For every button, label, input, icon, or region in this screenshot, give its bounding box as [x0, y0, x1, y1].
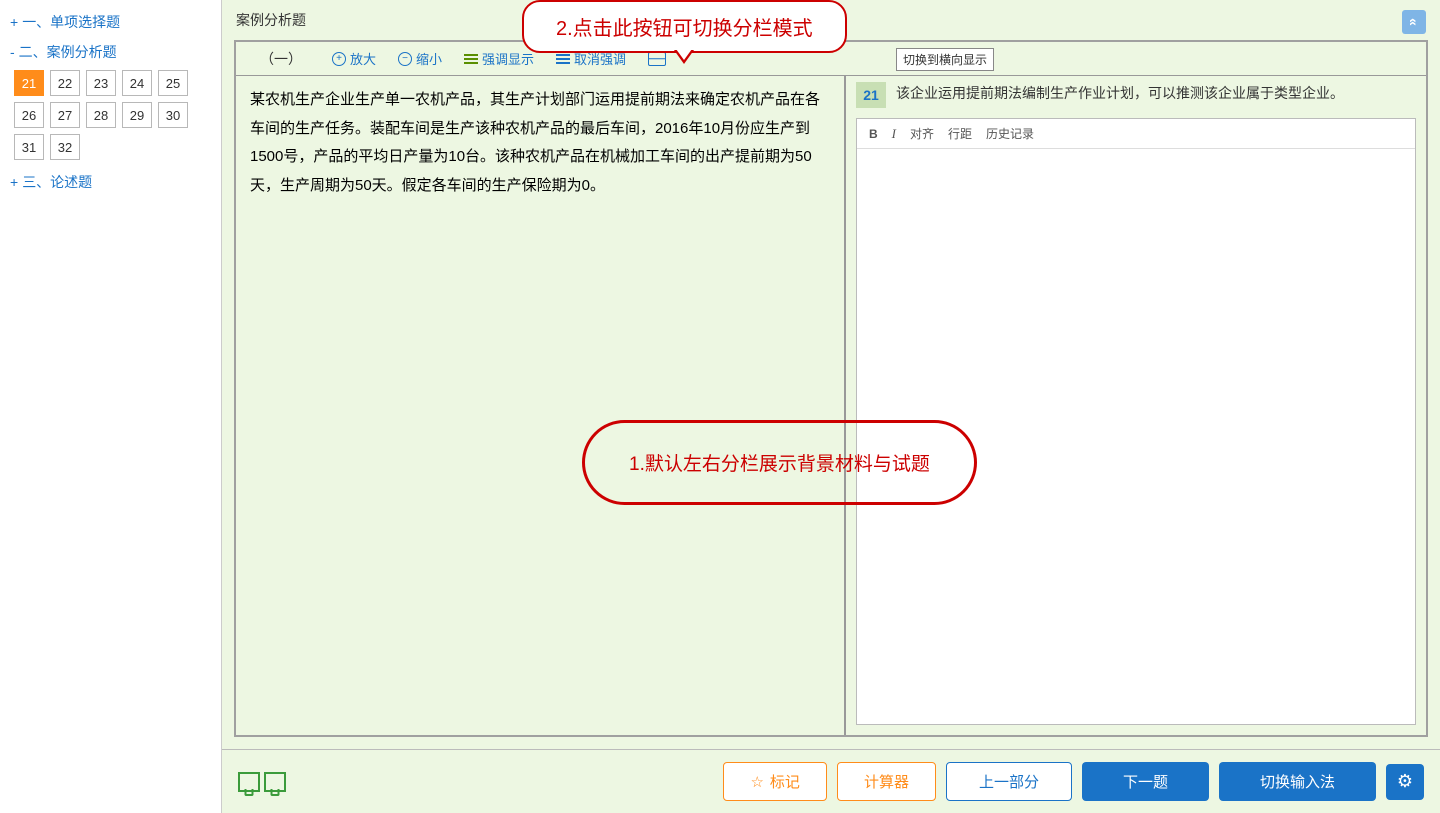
minus-icon: − — [398, 52, 412, 66]
nav-section-label: 二、案例分析题 — [19, 42, 117, 62]
split-horizontal-icon — [648, 52, 666, 66]
passage-panel: 某农机生产企业生产单一农机产品，其生产计划部门运用提前期法来确定农机产品在各车间… — [236, 76, 846, 735]
indent-button[interactable]: 行距 — [948, 125, 972, 142]
question-btn-27[interactable]: 27 — [50, 102, 80, 128]
bold-button[interactable]: B — [869, 127, 878, 141]
star-icon: ☆ — [750, 773, 763, 791]
zoom-out-label: 缩小 — [416, 49, 442, 68]
question-btn-31[interactable]: 31 — [14, 134, 44, 160]
expand-icon: + — [10, 174, 18, 190]
question-btn-30[interactable]: 30 — [158, 102, 188, 128]
next-label: 下一题 — [1123, 771, 1168, 792]
prev-section-button[interactable]: 上一部分 — [946, 762, 1072, 801]
question-panel: 21 该企业运用提前期法编制生产作业计划，可以推测该企业属于类型企业。 B I … — [846, 76, 1426, 735]
question-number-badge: 21 — [856, 82, 886, 108]
zoom-in-button[interactable]: + 放大 — [322, 46, 386, 71]
nav-section-1[interactable]: + 一、单项选择题 — [10, 12, 211, 32]
prev-label: 上一部分 — [979, 771, 1039, 792]
scroll-top-button[interactable] — [1402, 10, 1426, 34]
mark-label: 标记 — [770, 771, 800, 792]
ime-switch-button[interactable]: 切换输入法 — [1219, 762, 1376, 801]
question-nav-sidebar: + 一、单项选择题 - 二、案例分析题 21 22 23 24 25 26 27… — [0, 0, 222, 813]
question-btn-29[interactable]: 29 — [122, 102, 152, 128]
settings-button[interactable]: ⚙ — [1386, 764, 1424, 800]
nav-section-label: 三、论述题 — [22, 172, 92, 192]
section-title: 案例分析题 — [236, 10, 306, 30]
group-label: （一） — [242, 47, 320, 71]
ime-label: 切换输入法 — [1260, 771, 1335, 792]
zoom-out-button[interactable]: − 缩小 — [388, 46, 452, 71]
history-button[interactable]: 历史记录 — [986, 125, 1034, 142]
collapse-icon: - — [10, 44, 15, 60]
annotation-callout-2: 2.点击此按钮可切换分栏模式 — [522, 0, 847, 53]
align-button[interactable]: 对齐 — [910, 125, 934, 142]
footer-bar: ☆ 标记 计算器 上一部分 下一题 切换输入法 ⚙ — [222, 749, 1440, 813]
question-btn-24[interactable]: 24 — [122, 70, 152, 96]
italic-button[interactable]: I — [892, 126, 896, 142]
question-btn-25[interactable]: 25 — [158, 70, 188, 96]
passage-text: 某农机生产企业生产单一农机产品，其生产计划部门运用提前期法来确定农机产品在各车间… — [250, 86, 830, 200]
mark-button[interactable]: ☆ 标记 — [723, 762, 826, 801]
question-btn-23[interactable]: 23 — [86, 70, 116, 96]
highlight-label: 强调显示 — [482, 49, 534, 68]
question-btn-28[interactable]: 28 — [86, 102, 116, 128]
calc-label: 计算器 — [864, 771, 909, 792]
question-btn-26[interactable]: 26 — [14, 102, 44, 128]
nav-section-2[interactable]: - 二、案例分析题 — [10, 42, 211, 62]
split-tooltip: 切换到横向显示 — [896, 48, 994, 71]
highlight-icon — [464, 53, 478, 65]
next-question-button[interactable]: 下一题 — [1082, 762, 1209, 801]
main-area: 案例分析题 2.点击此按钮可切换分栏模式 （一） + 放大 − 缩小 强调显示 — [222, 0, 1440, 813]
monitor-icon — [238, 772, 260, 792]
unhighlight-icon — [556, 53, 570, 65]
plus-icon: + — [332, 52, 346, 66]
question-btn-32[interactable]: 32 — [50, 134, 80, 160]
question-text: 该企业运用提前期法编制生产作业计划，可以推测该企业属于类型企业。 — [896, 82, 1344, 104]
annotation-callout-1: 1.默认左右分栏展示背景材料与试题 — [582, 420, 846, 505]
calculator-button[interactable]: 计算器 — [837, 762, 936, 801]
nav-section-label: 一、单项选择题 — [22, 12, 120, 32]
question-grid: 21 22 23 24 25 26 27 28 29 30 31 32 — [10, 70, 211, 160]
gear-icon: ⚙ — [1397, 771, 1413, 792]
content-panel: （一） + 放大 − 缩小 强调显示 取消强调 — [234, 40, 1428, 737]
expand-icon: + — [10, 14, 18, 30]
nav-section-3[interactable]: + 三、论述题 — [10, 172, 211, 192]
question-btn-22[interactable]: 22 — [50, 70, 80, 96]
question-btn-21[interactable]: 21 — [14, 70, 44, 96]
editor-toolbar: B I 对齐 行距 历史记录 — [857, 119, 1415, 149]
monitor-icon — [264, 772, 286, 792]
zoom-in-label: 放大 — [350, 49, 376, 68]
layout-indicator[interactable] — [238, 772, 286, 792]
